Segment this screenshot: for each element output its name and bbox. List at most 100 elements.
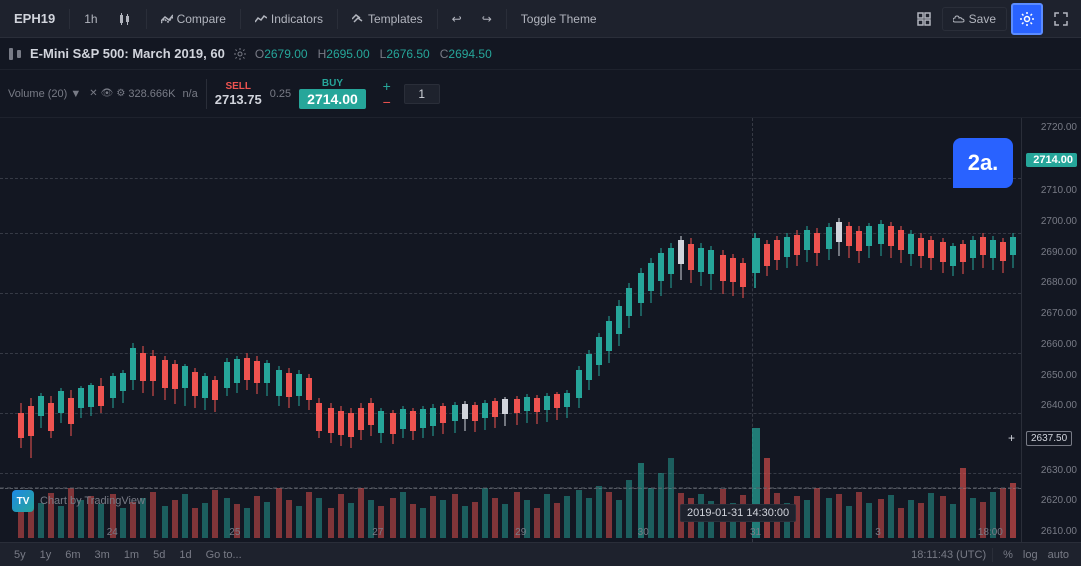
volume-controls: ✕ 👁 ⚙ 328.666K n/a (89, 88, 197, 100)
toggle-theme-button[interactable]: Toggle Theme (513, 8, 605, 30)
symbol-label[interactable]: EPH19 (6, 7, 63, 30)
trade-panel: Volume (20) ▼ ✕ 👁 ⚙ 328.666K n/a SELL 27… (0, 70, 1081, 118)
vol-settings[interactable]: ⚙ (116, 88, 125, 99)
crosshair-price-tag: 2637.50 (1026, 431, 1072, 446)
chart-title: E-Mini S&P 500: March 2019, 60 (30, 46, 225, 61)
divider-2 (146, 9, 147, 29)
auto-toggle[interactable]: auto (1044, 547, 1073, 563)
volume-indicator-label: Volume (20) ▼ (8, 88, 81, 100)
date-label-27: 27 (372, 527, 383, 538)
undo-button[interactable]: ↩ (444, 8, 470, 30)
divider-4 (337, 9, 338, 29)
price-2660: 2660.00 (1026, 339, 1077, 351)
ohlc-display: O2679.00 H2695.00 L2676.50 C2694.50 (255, 47, 492, 61)
settings-small-icon[interactable] (233, 47, 247, 61)
redo-button[interactable]: ↪ (474, 8, 500, 30)
chart-area: 2720.00 2714.00 2710.00 2700.00 2690.00 … (0, 118, 1081, 542)
price-scale: 2720.00 2714.00 2710.00 2700.00 2690.00 … (1021, 118, 1081, 542)
compare-icon (161, 13, 173, 25)
expand-icon (1054, 12, 1068, 26)
divider-3 (240, 9, 241, 29)
chart-header: E-Mini S&P 500: March 2019, 60 O2679.00 … (0, 38, 1081, 70)
indicators-icon (255, 13, 267, 25)
date-label-29: 29 (515, 527, 526, 538)
date-label-24: 24 (107, 527, 118, 538)
tradingview-logo: TV Chart by TradingView (12, 490, 145, 512)
qty-decrement[interactable]: − (378, 95, 396, 109)
open-label: O2679.00 (255, 47, 308, 61)
tv-logo-icon: TV (12, 490, 34, 512)
divider-1 (69, 9, 70, 29)
templates-button[interactable]: Templates (344, 8, 431, 30)
sell-price[interactable]: 2713.75 (215, 92, 262, 107)
chart-type-small-icon (8, 47, 22, 61)
date-hover-tooltip: 2019-01-31 14:30:00 (680, 504, 796, 522)
price-2670: 2670.00 (1026, 308, 1077, 320)
indicators-label: Indicators (271, 12, 323, 26)
volume-value: 328.666K (128, 88, 175, 100)
buy-price[interactable]: 2714.00 (299, 89, 366, 109)
adjust-crosshair-icon[interactable]: + (1008, 431, 1015, 445)
price-2710: 2710.00 (1026, 185, 1077, 197)
price-2640: 2640.00 (1026, 400, 1077, 412)
low-label: L2676.50 (380, 47, 430, 61)
toolbar: EPH19 1h Compare Indicators Template (0, 0, 1081, 38)
buy-label: BUY (322, 78, 343, 89)
vol-eye[interactable]: 👁 (101, 88, 114, 99)
divider-5 (437, 9, 438, 29)
date-label-18: 18:00 (978, 527, 1003, 538)
callout-label: 2a. (968, 150, 999, 176)
timeframe-6m[interactable]: 6m (59, 547, 86, 563)
save-label: Save (969, 12, 996, 26)
indicators-button[interactable]: Indicators (247, 8, 331, 30)
timeframe-5d[interactable]: 5d (147, 547, 171, 563)
price-2720: 2720.00 (1026, 122, 1077, 134)
percent-toggle[interactable]: % (999, 547, 1017, 563)
callout-annotation-2a: 2a. (953, 138, 1013, 188)
current-price-tag: 2714.00 (1026, 153, 1077, 167)
candlestick-chart (0, 118, 1021, 542)
bottom-sep-1 (992, 548, 993, 562)
qty-controls: + − (378, 79, 396, 109)
timeframe-5y[interactable]: 5y (8, 547, 32, 563)
trade-sep-1 (206, 79, 207, 109)
date-hover-text: 2019-01-31 14:30:00 (687, 507, 789, 519)
bottom-bar: 5y 1y 6m 3m 1m 5d 1d Go to... 18:11:43 (… (0, 542, 1081, 566)
save-button[interactable]: Save (942, 7, 1007, 31)
spread-block: 0.25 (270, 88, 291, 100)
settings-button[interactable] (1011, 3, 1043, 35)
crosshair-price-row: + 2637.50 (1026, 431, 1077, 446)
date-label-3: 3 (875, 527, 881, 538)
expand-button[interactable] (1047, 5, 1075, 33)
goto-button[interactable]: Go to... (200, 547, 248, 563)
fullscreen-button[interactable] (910, 5, 938, 33)
current-time: 18:11:43 (UTC) (911, 549, 986, 561)
timeframe-1y[interactable]: 1y (34, 547, 58, 563)
gear-icon (1019, 11, 1035, 27)
chart-type-button[interactable] (110, 8, 140, 30)
compare-button[interactable]: Compare (153, 8, 234, 30)
log-toggle[interactable]: log (1019, 547, 1042, 563)
timeframe-3m[interactable]: 3m (89, 547, 116, 563)
spread-value: 0.25 (270, 88, 291, 100)
candlestick-icon (118, 12, 132, 26)
price-2610: 2610.00 (1026, 526, 1077, 538)
date-label-30: 30 (638, 527, 649, 538)
qty-increment[interactable]: + (378, 79, 396, 93)
templates-icon (352, 13, 364, 25)
compare-label: Compare (177, 12, 226, 26)
price-2620: 2620.00 (1026, 495, 1077, 507)
price-2630: 2630.00 (1026, 465, 1077, 477)
volume-na: n/a (182, 88, 197, 100)
timeframe-button[interactable]: 1h (76, 8, 105, 30)
date-labels-row: 24 25 27 29 30 31 3 18:00 (0, 522, 1021, 542)
qty-input[interactable] (404, 84, 440, 104)
tv-logo-text: Chart by TradingView (40, 495, 145, 507)
sell-label: SELL (225, 81, 251, 92)
sell-block: SELL 2713.75 (215, 81, 262, 107)
timeframe-1m[interactable]: 1m (118, 547, 145, 563)
timeframe-1d[interactable]: 1d (173, 547, 197, 563)
date-label-25: 25 (229, 527, 240, 538)
vol-hide[interactable]: ✕ (89, 88, 97, 99)
price-2680: 2680.00 (1026, 277, 1077, 289)
